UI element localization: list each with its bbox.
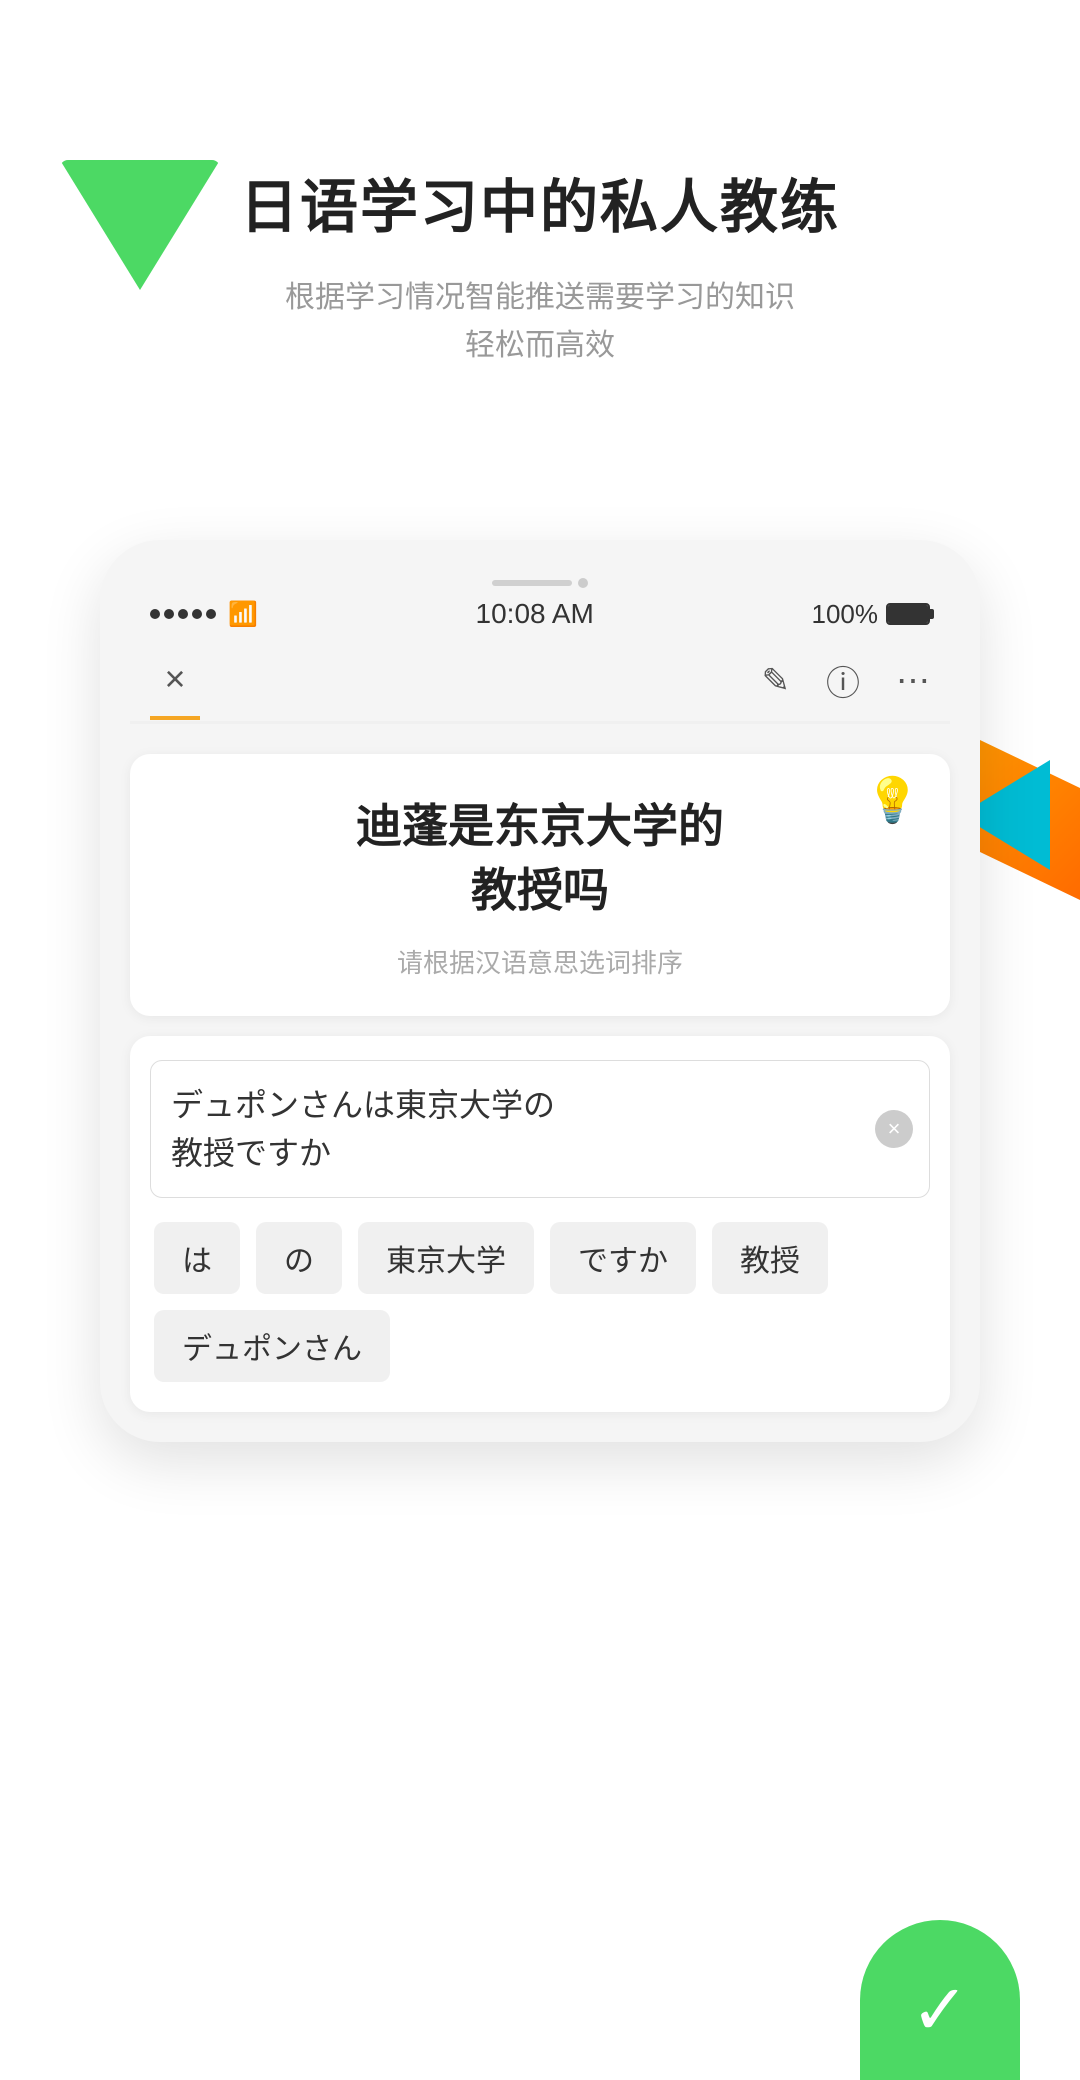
answer-card: デュポンさんは東京大学の 教授ですか × は の 東京大学 ですか 教授 デュポ… bbox=[130, 1036, 950, 1412]
bottom-circle-decoration: ✓ bbox=[860, 1920, 1020, 2080]
chip-tokyo-daigaku[interactable]: 東京大学 bbox=[358, 1222, 534, 1294]
time-display: 10:08 AM bbox=[476, 598, 594, 630]
answer-line1: デュポンさんは東京大学の bbox=[171, 1087, 555, 1123]
edit-icon[interactable]: ✎ bbox=[762, 661, 791, 701]
checkmark-icon: ✓ bbox=[911, 1975, 970, 2045]
clear-button[interactable]: × bbox=[875, 1110, 913, 1148]
nav-left: × bbox=[150, 658, 200, 720]
question-text: 迪蓬是东京大学的 教授吗 bbox=[170, 794, 910, 923]
signal-dots bbox=[150, 609, 216, 619]
scroll-bar bbox=[492, 580, 572, 586]
close-button[interactable]: × bbox=[150, 658, 200, 720]
wifi-icon: 📶 bbox=[228, 600, 258, 629]
answer-text: デュポンさんは東京大学の 教授ですか bbox=[171, 1081, 909, 1177]
top-triangle-decoration bbox=[60, 160, 220, 290]
status-bar: 📶 10:08 AM 100% bbox=[130, 588, 950, 640]
chip-kyoju[interactable]: 教授 bbox=[712, 1222, 828, 1294]
question-card: 💡 迪蓬是东京大学的 教授吗 请根据汉语意思选词排序 bbox=[130, 754, 950, 1016]
nav-right: ✎ ⓘ ⋯ bbox=[762, 656, 931, 721]
answer-line2: 教授ですか bbox=[171, 1135, 331, 1171]
scroll-indicator bbox=[130, 570, 950, 588]
status-right: 100% bbox=[811, 599, 930, 630]
help-icon[interactable]: ⓘ bbox=[826, 656, 860, 705]
chip-desuka[interactable]: ですか bbox=[550, 1222, 696, 1294]
more-icon[interactable]: ⋯ bbox=[896, 661, 930, 701]
lightbulb-icon: 💡 bbox=[865, 774, 920, 826]
battery-percent: 100% bbox=[811, 599, 878, 630]
question-line2: 教授吗 bbox=[471, 864, 609, 916]
battery-fill bbox=[888, 605, 928, 623]
nav-bar: × ✎ ⓘ ⋯ bbox=[130, 640, 950, 724]
phone-mockup: 📶 10:08 AM 100% × ✎ ⓘ ⋯ 💡 迪蓬是东京大学的 教授吗 请… bbox=[100, 540, 980, 1442]
sub-title-line2: 轻松而高效 bbox=[465, 329, 615, 362]
scroll-dot bbox=[578, 578, 588, 588]
question-line1: 迪蓬是东京大学的 bbox=[356, 800, 724, 852]
chips-area: は の 東京大学 ですか 教授 デュポンさん bbox=[150, 1222, 930, 1382]
chip-dupon-san[interactable]: デュポンさん bbox=[154, 1310, 390, 1382]
status-left: 📶 bbox=[150, 600, 258, 629]
answer-input-box[interactable]: デュポンさんは東京大学の 教授ですか × bbox=[150, 1060, 930, 1198]
chip-ha[interactable]: は bbox=[154, 1222, 240, 1294]
battery-icon bbox=[886, 603, 930, 625]
sub-title-line1: 根据学习情况智能推送需要学习的知识 bbox=[285, 281, 795, 314]
chip-no[interactable]: の bbox=[256, 1222, 342, 1294]
question-hint: 请根据汉语意思选词排序 bbox=[170, 943, 910, 980]
